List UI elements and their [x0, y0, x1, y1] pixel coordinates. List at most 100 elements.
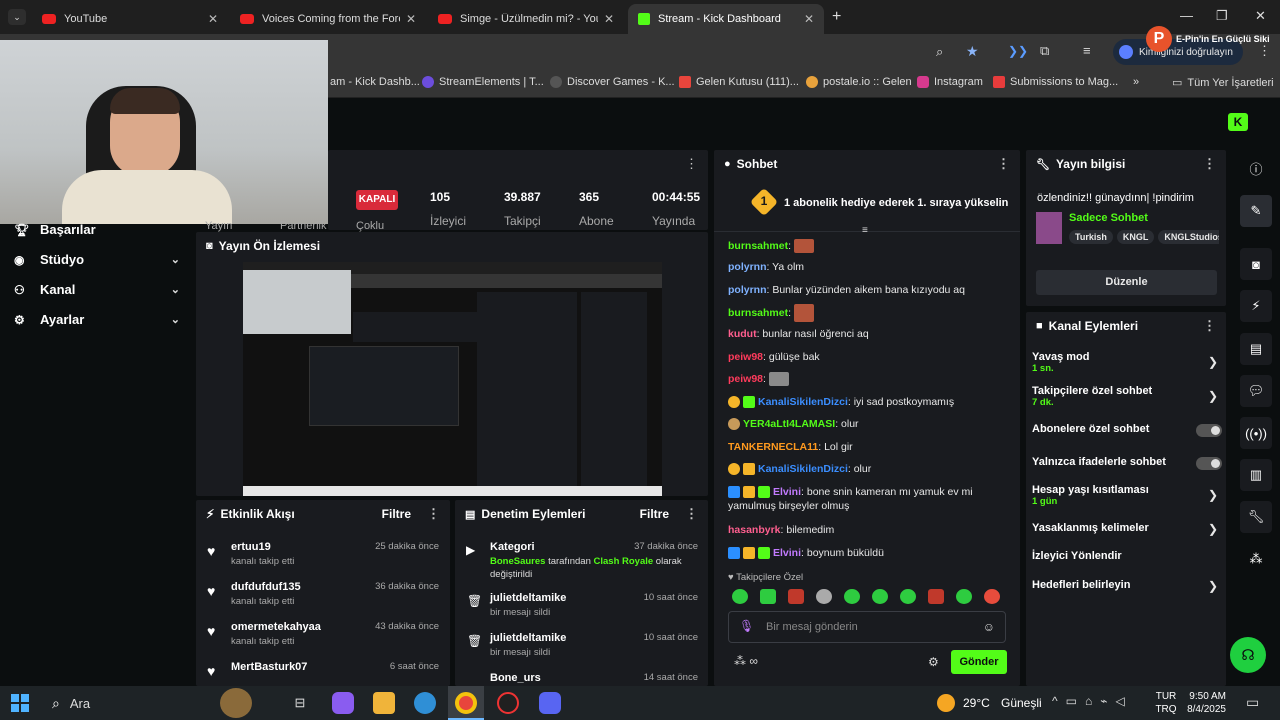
chrome-icon[interactable]	[455, 692, 477, 714]
action-emotes-only[interactable]: Yalnızca ifadelerle sohbet	[1032, 456, 1222, 470]
nav-studyo[interactable]: ◉ Stüdyo ⌄	[14, 252, 180, 267]
bookmark-item[interactable]: Discover Games - K...	[550, 76, 675, 88]
wrench-rail-icon[interactable]: 🔧︎	[1240, 501, 1272, 533]
emotes-only-toggle[interactable]	[1196, 457, 1222, 470]
tag[interactable]: KNGL	[1116, 230, 1155, 244]
chat-input[interactable]: 🎙︎ Bir mesaj gönderin ☺	[728, 611, 1006, 643]
emote-icon[interactable]	[760, 589, 776, 604]
close-icon[interactable]: ✕	[604, 12, 614, 26]
emote-icon[interactable]	[788, 589, 804, 604]
new-tab-icon[interactable]: +	[832, 8, 841, 26]
action-set-goals[interactable]: Hedefleri belirleyin ❯	[1032, 579, 1222, 593]
pencil-icon[interactable]: ✎	[1240, 195, 1272, 227]
category-link[interactable]: Sadece Sohbet	[1069, 212, 1148, 224]
emote-icon[interactable]	[984, 589, 1000, 604]
send-button[interactable]: Gönder	[951, 650, 1007, 674]
list-item[interactable]: 🗑︎ julietdeltamike bir mesajı sildi 10 sa…	[464, 632, 704, 658]
broadcast-icon[interactable]: ((•))	[1240, 417, 1272, 449]
zoom-icon[interactable]: ⌕	[936, 44, 943, 60]
emote-icon[interactable]	[956, 589, 972, 604]
puzzle-icon[interactable]: ⧉	[1040, 43, 1049, 59]
camera-rail-icon[interactable]: ◙	[1240, 248, 1272, 280]
subscribers-only-toggle[interactable]	[1196, 424, 1222, 437]
bookmark-item[interactable]: postale.io :: Gelen	[806, 76, 912, 88]
more-icon[interactable]: ⋮	[685, 506, 698, 522]
emote-icon[interactable]	[844, 589, 860, 604]
bookmark-item[interactable]: Instagram	[917, 76, 983, 88]
info-icon[interactable]: ⓘ	[1240, 152, 1272, 184]
close-icon[interactable]: ✕	[804, 12, 814, 26]
all-bookmarks[interactable]: ▭ Tüm Yer İşaretleri	[1172, 76, 1274, 90]
minimize-icon[interactable]: —	[1180, 8, 1193, 23]
layout-icon[interactable]: ▥	[1240, 459, 1272, 491]
more-icon[interactable]: ⋮	[427, 506, 440, 522]
weather-icon[interactable]	[937, 694, 955, 712]
document-rail-icon[interactable]: ▤	[1240, 333, 1272, 365]
lightning-rail-icon[interactable]: ⚡︎	[1240, 290, 1272, 322]
task-view-icon[interactable]: ⊟	[289, 692, 311, 714]
bookmark-item[interactable]: Gelen Kutusu (111)...	[679, 76, 799, 88]
language-indicator[interactable]: TUR TRQ	[1155, 690, 1177, 716]
microphone-icon[interactable]: 🎙︎	[739, 619, 754, 633]
extension-icon[interactable]: ❯❯	[1008, 44, 1028, 58]
emote-icon[interactable]	[900, 589, 916, 604]
more-icon[interactable]: ⋮	[1203, 156, 1216, 172]
owl-widget-icon[interactable]	[220, 688, 252, 718]
nav-basarilar[interactable]: 🏆︎ Başarılar	[14, 222, 180, 237]
tag[interactable]: Turkish	[1069, 230, 1113, 244]
media-icon[interactable]: ≡	[1083, 43, 1091, 58]
taskbar-search[interactable]: ⌕ Ara	[40, 689, 240, 717]
windows-start-icon[interactable]	[11, 694, 29, 712]
action-banned-words[interactable]: Yasaklanmış kelimeler ❯	[1032, 522, 1222, 536]
edit-button[interactable]: Düzenle	[1036, 270, 1217, 295]
more-icon[interactable]: ⋮	[997, 156, 1010, 172]
tab-youtube[interactable]: YouTube ✕	[32, 4, 228, 34]
emote-icon[interactable]	[816, 589, 832, 604]
collapse-icon[interactable]: ≡	[862, 225, 868, 236]
tray-icons[interactable]: ^▭⌂⌁◁	[1052, 694, 1133, 708]
tab-voices[interactable]: Voices Coming from the Forest ✕	[230, 4, 426, 34]
action-slow-mode[interactable]: Yavaş mod 1 sn. ❯	[1032, 351, 1222, 374]
close-icon[interactable]: ✕	[406, 12, 416, 26]
support-icon[interactable]: ☊	[1230, 637, 1266, 673]
list-item[interactable]: ▶ Kategori BoneSaures tarafından Clash R…	[464, 541, 704, 580]
share-icon[interactable]: ⁂	[1240, 543, 1272, 575]
obs-icon[interactable]	[497, 692, 519, 714]
action-raid[interactable]: İzleyici Yönlendir	[1032, 550, 1222, 562]
preview-video[interactable]	[243, 262, 662, 496]
more-icon[interactable]: ⋮	[1203, 318, 1216, 334]
window-close-icon[interactable]: ✕	[1255, 8, 1266, 24]
tab-search-icon[interactable]: ⌄	[8, 9, 26, 25]
list-item[interactable]: 🗑︎ julietdeltamike bir mesajı sildi 10 sa…	[464, 592, 704, 618]
clock[interactable]: 9:50 AM 8/4/2025	[1186, 690, 1226, 716]
list-item[interactable]: ♥ omermetekahyaa kanalı takip etti 43 dak…	[205, 621, 445, 647]
close-icon[interactable]: ✕	[208, 12, 218, 26]
action-account-age[interactable]: Hesap yaşı kısıtlaması 1 gün ❯	[1032, 484, 1222, 507]
filter-button[interactable]: Filtre	[382, 507, 411, 521]
bookmark-star-icon[interactable]: ★	[966, 43, 979, 60]
nav-kanal[interactable]: ⚇ Kanal ⌄	[14, 282, 180, 297]
file-explorer-icon[interactable]	[373, 692, 395, 714]
list-item[interactable]: ♥ ertuu19 kanalı takip etti 25 dakika önc…	[205, 541, 445, 567]
action-subscribers-only[interactable]: Abonelere özel sohbet	[1032, 423, 1222, 437]
more-icon[interactable]: ⋮	[685, 156, 698, 172]
chat-tools-icon[interactable]: ⁂ ∞	[734, 654, 758, 668]
tab-kick-dashboard[interactable]: Stream - Kick Dashboard ✕	[628, 4, 824, 34]
filter-button[interactable]: Filtre	[640, 507, 669, 521]
nav-ayarlar[interactable]: ⚙ Ayarlar ⌄	[14, 312, 180, 327]
bookmark-item[interactable]: Submissions to Mag...	[993, 76, 1118, 88]
discord-icon[interactable]	[539, 692, 561, 714]
tab-simge[interactable]: Simge - Üzülmedin mi? - YouTube✕	[428, 4, 624, 34]
chat-settings-icon[interactable]: ⚙	[928, 655, 939, 669]
bookmark-item[interactable]: am - Kick Dashb...	[330, 76, 420, 88]
kick-logo-icon[interactable]: K	[1228, 113, 1248, 131]
list-item[interactable]: ♥ dufdufduf135 kanalı takip etti 36 dakik…	[205, 581, 445, 607]
emote-icon[interactable]	[872, 589, 888, 604]
emoji-icon[interactable]: ☺	[983, 620, 995, 634]
tag[interactable]: KNGLStudios	[1158, 230, 1219, 244]
maximize-icon[interactable]: ❐	[1216, 8, 1228, 24]
notification-icon[interactable]: ▭	[1246, 694, 1259, 711]
chat-rail-icon[interactable]: 💬︎	[1240, 375, 1272, 407]
action-followers-only[interactable]: Takipçilere özel sohbet 7 dk. ❯	[1032, 385, 1222, 408]
emote-icon[interactable]	[732, 589, 748, 604]
